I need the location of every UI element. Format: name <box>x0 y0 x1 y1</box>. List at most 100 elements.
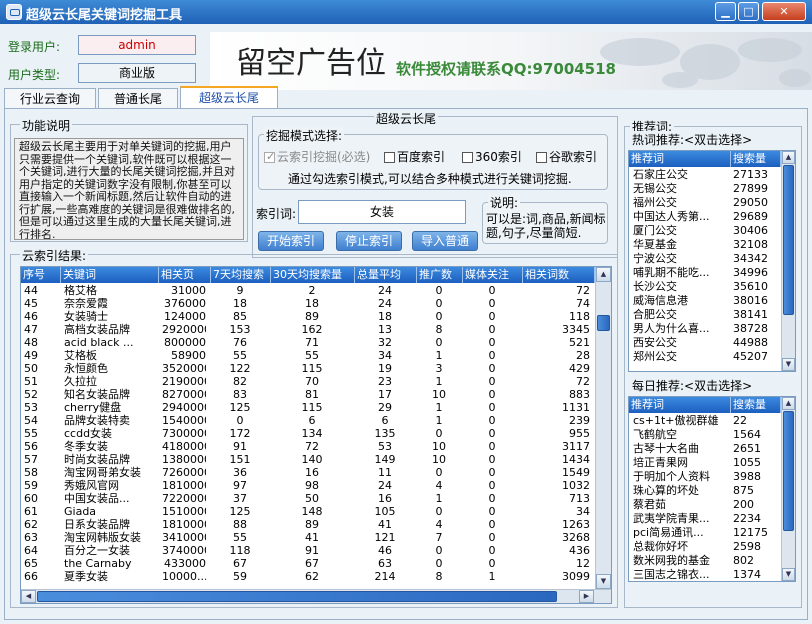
list-item[interactable]: 长沙公交 35610 <box>629 280 781 293</box>
table-row[interactable]: 64 百分之一女装 3740000 118 91 46 0 0 436 <box>21 544 595 557</box>
table-row[interactable]: 54 品牌女装特卖 15400000 0 6 6 1 0 239 <box>21 414 595 427</box>
scroll-thumb[interactable] <box>597 315 610 331</box>
stop-index-button[interactable]: 停止索引 <box>336 231 402 251</box>
list-item[interactable]: 蔡君茹 200 <box>629 498 781 511</box>
table-row[interactable]: 58 淘宝网哥弟女装 7260000 36 16 11 0 0 1549 <box>21 466 595 479</box>
table-row[interactable]: 48 acid black ... 800000 76 71 32 0 0 521 <box>21 336 595 349</box>
table-row[interactable]: 55 ccdd女装 7300000 172 134 135 0 0 955 <box>21 427 595 440</box>
360-index-checkbox[interactable]: 360索引 <box>462 148 522 165</box>
table-row[interactable]: 47 高档女装品牌 29200000 153 162 13 8 0 3345 <box>21 323 595 336</box>
results-col-header[interactable]: 序号 <box>21 267 61 283</box>
hot-scroll-up-arrow[interactable]: ▲ <box>782 151 795 164</box>
list-item[interactable]: 培正青果网 1055 <box>629 456 781 469</box>
keyword-input[interactable]: 女装 <box>298 200 466 224</box>
hot-scroll-thumb[interactable] <box>783 165 794 315</box>
table-row[interactable]: 45 奈奈爱霞 376000 18 18 24 0 0 74 <box>21 297 595 310</box>
scroll-down-arrow[interactable]: ▼ <box>596 574 611 589</box>
list-item[interactable]: 厦门公交 30406 <box>629 224 781 237</box>
results-col-header[interactable]: 7天均搜索 <box>211 267 271 283</box>
maximize-button[interactable]: □ <box>738 2 759 21</box>
table-row[interactable]: 63 淘宝网韩版女装 34100000 55 41 121 7 0 3268 <box>21 531 595 544</box>
daily-recommend-table[interactable]: 推荐词 搜索量 cs+1t+傲视群雄 22 飞鹤航空 1564 古琴十大名曲 2651 培正… <box>628 396 796 582</box>
table-cell: 239 <box>569 414 590 427</box>
daily-scroll-down-arrow[interactable]: ▼ <box>782 568 795 581</box>
minimize-button[interactable]: ▁ <box>715 2 736 21</box>
list-item[interactable]: 石家庄公交 27133 <box>629 168 781 181</box>
daily-header: 推荐词 搜索量 <box>629 397 781 413</box>
table-row[interactable]: 49 艾格板 58900 55 55 34 1 0 28 <box>21 349 595 362</box>
results-col-header[interactable]: 媒体关注 <box>463 267 523 283</box>
google-index-checkbox[interactable]: 谷歌索引 <box>536 148 597 165</box>
table-row[interactable]: 46 女装骑士 124000 85 89 18 0 0 118 <box>21 310 595 323</box>
scroll-right-arrow[interactable]: ▶ <box>579 590 594 603</box>
table-row[interactable]: 62 日系女装品牌 18100000 88 89 41 4 0 1263 <box>21 518 595 531</box>
results-hscrollbar[interactable]: ◀ ▶ <box>21 589 611 603</box>
results-table[interactable]: 序号 关键词 相关页 7天均搜索 30天均搜索量 总量平均 推广数 媒体关注 相关词数 44 格艾… <box>20 266 612 604</box>
table-row[interactable]: 66 夏季女装 10000... 59 62 214 8 1 3099 <box>21 570 595 583</box>
results-col-header[interactable]: 30天均搜索量 <box>271 267 355 283</box>
results-vscrollbar[interactable]: ▲ ▼ <box>595 267 611 589</box>
list-item[interactable]: 无锡公交 27899 <box>629 182 781 195</box>
table-row[interactable]: 59 秀娥风官网 1810000 97 98 24 4 0 1032 <box>21 479 595 492</box>
table-cell: 60 <box>24 492 38 505</box>
close-button[interactable]: ✕ <box>762 2 806 21</box>
table-cell: 13 <box>378 323 392 336</box>
list-item[interactable]: 威海信息港 38016 <box>629 294 781 307</box>
recommend-word: 飞鹤航空 <box>633 428 677 441</box>
list-item[interactable]: 合肥公交 38141 <box>629 308 781 321</box>
list-item[interactable]: 飞鹤航空 1564 <box>629 428 781 441</box>
table-row[interactable]: 50 永恒颜色 3520000 122 115 19 3 0 429 <box>21 362 595 375</box>
tab-super-cloud-longtail[interactable]: 超级云长尾 <box>180 86 278 110</box>
tab-industry-cloud[interactable]: 行业云查询 <box>4 88 96 108</box>
table-row[interactable]: 52 知名女装品牌 8270000 83 81 17 10 0 883 <box>21 388 595 401</box>
table-cell: 105 <box>374 505 396 518</box>
list-item[interactable]: 郑州公交 45207 <box>629 350 781 363</box>
cloud-index-checkbox[interactable]: ✓ 云索引挖掘(必选) <box>264 148 370 165</box>
start-index-button[interactable]: 开始索引 <box>258 231 324 251</box>
list-item[interactable]: 珠心算的坏处 875 <box>629 484 781 497</box>
list-item[interactable]: 中国达人秀第... 29689 <box>629 210 781 223</box>
list-item[interactable]: 武夷学院青果... 2234 <box>629 512 781 525</box>
list-item[interactable]: 福州公交 29050 <box>629 196 781 209</box>
tab-normal-longtail[interactable]: 普通长尾 <box>98 88 178 108</box>
table-row[interactable]: 57 时尚女装品牌 13800000 151 140 149 10 0 1434 <box>21 453 595 466</box>
list-item[interactable]: 古琴十大名曲 2651 <box>629 442 781 455</box>
list-item[interactable]: 三国志之锦衣... 1374 <box>629 568 781 581</box>
table-row[interactable]: 65 the Carnaby 433000 67 67 63 0 0 12 <box>21 557 595 570</box>
list-item[interactable]: pci简易通讯... 12175 <box>629 526 781 539</box>
table-cell: 0 <box>488 375 496 388</box>
list-item[interactable]: 于明加个人资料 3988 <box>629 470 781 483</box>
results-col-header[interactable]: 相关页 <box>159 267 211 283</box>
list-item[interactable]: 华夏基金 32108 <box>629 238 781 251</box>
scroll-up-arrow[interactable]: ▲ <box>596 267 611 282</box>
import-normal-button[interactable]: 导入普通 <box>412 231 478 251</box>
list-item[interactable]: 宁波公交 34342 <box>629 252 781 265</box>
table-cell: 3345 <box>562 323 590 336</box>
results-col-header[interactable]: 关键词 <box>61 267 159 283</box>
hot-vscrollbar[interactable]: ▲ ▼ <box>781 151 795 371</box>
list-item[interactable]: 西安公交 44988 <box>629 336 781 349</box>
results-col-header[interactable]: 相关词数 <box>523 267 595 283</box>
daily-scroll-up-arrow[interactable]: ▲ <box>782 397 795 410</box>
table-row[interactable]: 53 cherry健盘 2940000 125 115 29 1 0 1131 <box>21 401 595 414</box>
list-item[interactable]: 男人为什么喜... 38728 <box>629 322 781 335</box>
table-cell: 37 <box>233 492 247 505</box>
table-row[interactable]: 60 中国女装品... 72200000 37 50 16 1 0 713 <box>21 492 595 505</box>
list-item[interactable]: 哺乳期不能吃... 34996 <box>629 266 781 279</box>
hot-recommend-table[interactable]: 推荐词 搜索量 石家庄公交 27133 无锡公交 27899 福州公交 29050 中国达人… <box>628 150 796 372</box>
results-col-header[interactable]: 总量平均 <box>355 267 417 283</box>
table-row[interactable]: 61 Giada 1510000 125 148 105 0 0 34 <box>21 505 595 518</box>
table-row[interactable]: 44 格艾格 31000 9 2 24 0 0 72 <box>21 284 595 297</box>
results-col-header[interactable]: 推广数 <box>417 267 463 283</box>
hscroll-thumb[interactable] <box>37 591 557 602</box>
daily-vscrollbar[interactable]: ▲ ▼ <box>781 397 795 581</box>
daily-scroll-thumb[interactable] <box>783 411 794 531</box>
scroll-left-arrow[interactable]: ◀ <box>21 590 36 603</box>
list-item[interactable]: cs+1t+傲视群雄 22 <box>629 414 781 427</box>
table-row[interactable]: 56 冬季女装 41800000 91 72 53 10 0 3117 <box>21 440 595 453</box>
list-item[interactable]: 数米网我的基金 802 <box>629 554 781 567</box>
baidu-index-checkbox[interactable]: 百度索引 <box>384 148 445 165</box>
hot-scroll-down-arrow[interactable]: ▼ <box>782 358 795 371</box>
list-item[interactable]: 总裁你好坏 2598 <box>629 540 781 553</box>
table-row[interactable]: 51 久拉拉 2190000 82 70 23 1 0 72 <box>21 375 595 388</box>
